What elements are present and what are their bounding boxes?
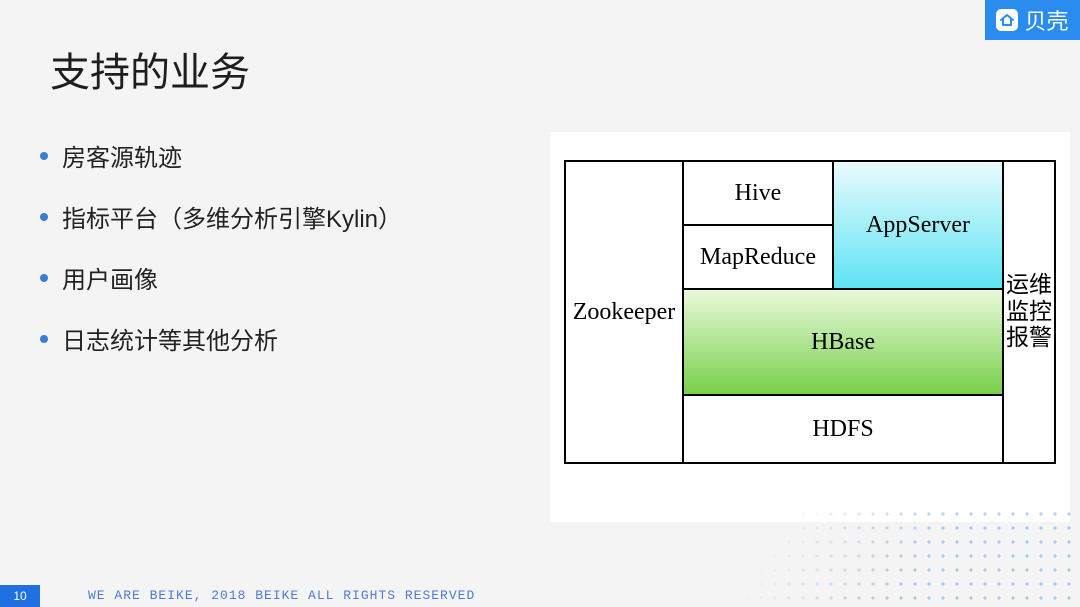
bullet-item: 用户画像 <box>40 260 402 295</box>
bullet-item: 指标平台（多维分析引擎Kylin） <box>40 199 402 234</box>
diagram-box-hdfs: HDFS <box>682 394 1004 464</box>
brand-logo-badge: 贝壳 <box>985 0 1080 40</box>
bullet-text: 房客源轨迹 <box>62 138 182 173</box>
bullet-list: 房客源轨迹 指标平台（多维分析引擎Kylin） 用户画像 日志统计等其他分析 <box>40 138 402 382</box>
diagram-box-zookeeper: Zookeeper <box>564 160 684 464</box>
diagram-box-hive: Hive <box>682 160 834 226</box>
footer-copyright: WE ARE BEIKE, 2018 BEIKE ALL RIGHTS RESE… <box>88 588 475 603</box>
bullet-text: 指标平台（多维分析引擎Kylin） <box>62 199 402 234</box>
bullet-dot-icon <box>40 152 48 160</box>
bullet-text: 日志统计等其他分析 <box>62 321 278 356</box>
brand-name: 贝壳 <box>1024 4 1068 36</box>
brand-logo-icon <box>996 9 1018 31</box>
architecture-diagram: Zookeeper Hive MapReduce AppServer HBase… <box>550 132 1070 522</box>
bullet-text: 用户画像 <box>62 260 158 295</box>
bullet-item: 日志统计等其他分析 <box>40 321 402 356</box>
bullet-item: 房客源轨迹 <box>40 138 402 173</box>
diagram-box-ops: 运维监控报警 <box>1002 160 1056 464</box>
diagram-box-appserver: AppServer <box>832 160 1004 290</box>
bullet-dot-icon <box>40 274 48 282</box>
bullet-dot-icon <box>40 213 48 221</box>
diagram-box-hbase: HBase <box>682 288 1004 396</box>
bullet-dot-icon <box>40 335 48 343</box>
page-number: 10 <box>0 585 40 607</box>
diagram-box-mapreduce: MapReduce <box>682 224 834 290</box>
dots-decoration <box>600 507 1080 607</box>
slide-title: 支持的业务 <box>50 40 250 98</box>
